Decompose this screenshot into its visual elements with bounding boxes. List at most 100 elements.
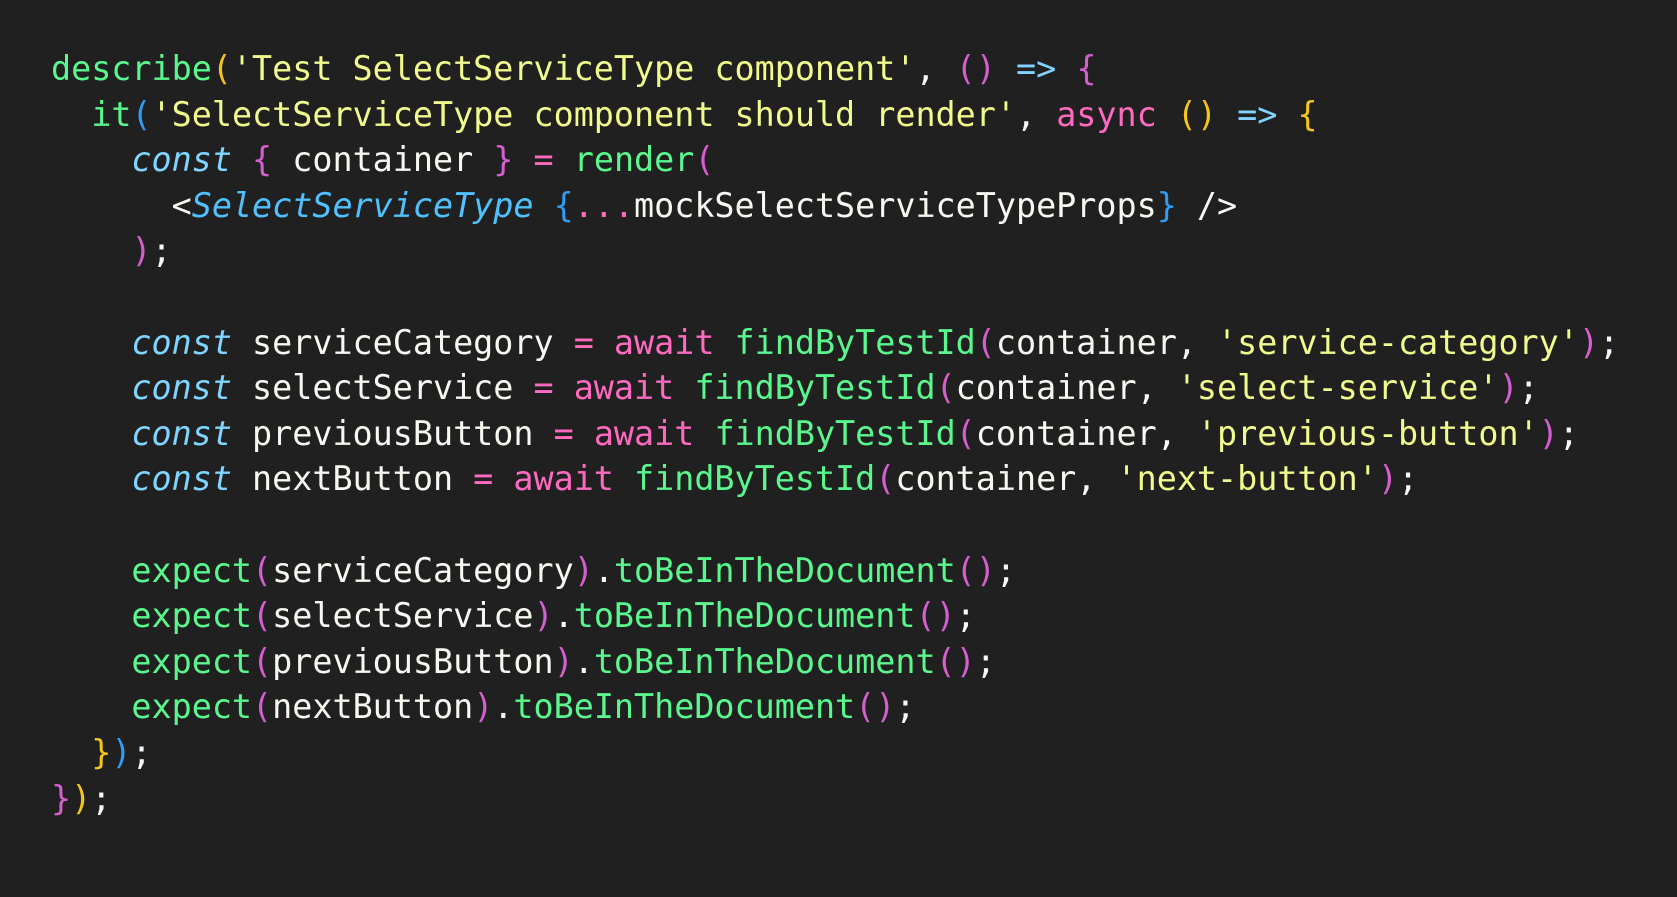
code-token: < <box>171 185 192 225</box>
code-line[interactable]: expect(serviceCategory).toBeInTheDocumen… <box>51 548 1619 594</box>
code-line[interactable]: expect(selectService).toBeInTheDocument(… <box>51 593 1619 639</box>
code-token: ) <box>533 596 554 636</box>
code-token: , <box>1015 94 1057 134</box>
code-token: ; <box>1518 368 1539 408</box>
code-token: container <box>272 140 494 180</box>
code-token: ( <box>211 49 232 88</box>
code-line[interactable]: <SelectServiceType {...mockSelectService… <box>51 183 1619 229</box>
code-block[interactable]: describe('Test SelectServiceType compone… <box>51 46 1619 821</box>
code-token: ) <box>573 550 594 590</box>
code-token: container, <box>995 322 1218 362</box>
code-token: container, <box>975 413 1197 453</box>
code-token: ; <box>895 687 916 727</box>
code-line[interactable]: }); <box>51 776 1619 822</box>
code-token: describe <box>51 49 212 88</box>
code-token: ( <box>955 413 976 453</box>
code-token: const <box>131 368 232 408</box>
code-token: = <box>533 140 554 180</box>
code-token: 'previous-button' <box>1196 413 1539 453</box>
code-token: serviceCategory <box>272 550 574 590</box>
code-line[interactable]: expect(previousButton).toBeInTheDocument… <box>51 639 1619 685</box>
code-token: ; <box>955 596 976 636</box>
code-token: ) <box>553 641 574 681</box>
code-token: it <box>91 94 132 134</box>
code-line[interactable]: const nextButton = await findByTestId(co… <box>51 456 1619 502</box>
code-token: ( <box>935 368 956 408</box>
code-token: { <box>252 140 273 180</box>
code-token: const <box>131 459 232 499</box>
code-token: findByTestId <box>634 459 876 499</box>
code-token: findByTestId <box>714 413 956 453</box>
code-token: await <box>613 322 715 362</box>
code-line[interactable] <box>51 502 1619 548</box>
code-token: => <box>1015 49 1057 88</box>
code-editor[interactable]: describe('Test SelectServiceType compone… <box>0 0 1677 897</box>
code-token: ; <box>91 778 112 818</box>
code-token: previousButton <box>272 641 554 681</box>
code-token: 'select-service' <box>1176 368 1499 408</box>
code-token: . <box>493 687 514 727</box>
code-line[interactable]: expect(nextButton).toBeInTheDocument(); <box>51 684 1619 730</box>
code-line[interactable]: it('SelectServiceType component should r… <box>51 92 1619 138</box>
code-token: serviceCategory <box>231 322 574 362</box>
code-token: 'next-button' <box>1116 459 1378 499</box>
code-token: = <box>533 368 554 408</box>
code-token: . <box>553 596 574 636</box>
code-line[interactable]: const serviceCategory = await findByTest… <box>51 320 1619 366</box>
code-token: selectService <box>231 368 534 408</box>
code-token: ( <box>694 140 715 180</box>
code-token: ; <box>1397 459 1419 499</box>
code-token: = <box>473 459 494 499</box>
code-token: () <box>935 641 976 681</box>
code-token: selectService <box>272 596 534 636</box>
code-line[interactable] <box>51 274 1619 320</box>
code-token: ; <box>975 641 996 681</box>
code-token: ( <box>252 641 273 681</box>
code-line[interactable]: const { container } = render( <box>51 137 1619 183</box>
code-line[interactable]: }); <box>51 730 1619 776</box>
code-token: ; <box>1558 413 1579 453</box>
code-token: . <box>593 550 614 590</box>
code-token: async <box>1056 94 1157 134</box>
code-token: ) <box>1377 459 1398 499</box>
code-token: 'service-category' <box>1217 322 1579 362</box>
code-line[interactable]: describe('Test SelectServiceType compone… <box>51 46 1619 92</box>
code-token: ) <box>473 687 494 727</box>
code-token: container, <box>895 459 1117 499</box>
code-token: ) <box>111 732 132 772</box>
code-line[interactable]: ); <box>51 228 1619 274</box>
code-line[interactable]: const previousButton = await findByTestI… <box>51 411 1619 457</box>
code-token: mockSelectServiceTypeProps <box>634 185 1157 225</box>
code-token: 'SelectServiceType component should rend… <box>151 94 1016 134</box>
code-token: expect <box>131 687 253 727</box>
code-token: container, <box>955 368 1177 408</box>
code-token: findByTestId <box>734 322 976 362</box>
code-token: ( <box>875 459 896 499</box>
code-token: ; <box>131 732 152 772</box>
code-token: . <box>573 641 594 681</box>
code-token: () <box>855 687 896 727</box>
code-token: previousButton <box>231 413 554 453</box>
code-line[interactable]: const selectService = await findByTestId… <box>51 365 1619 411</box>
code-token: const <box>131 140 232 180</box>
